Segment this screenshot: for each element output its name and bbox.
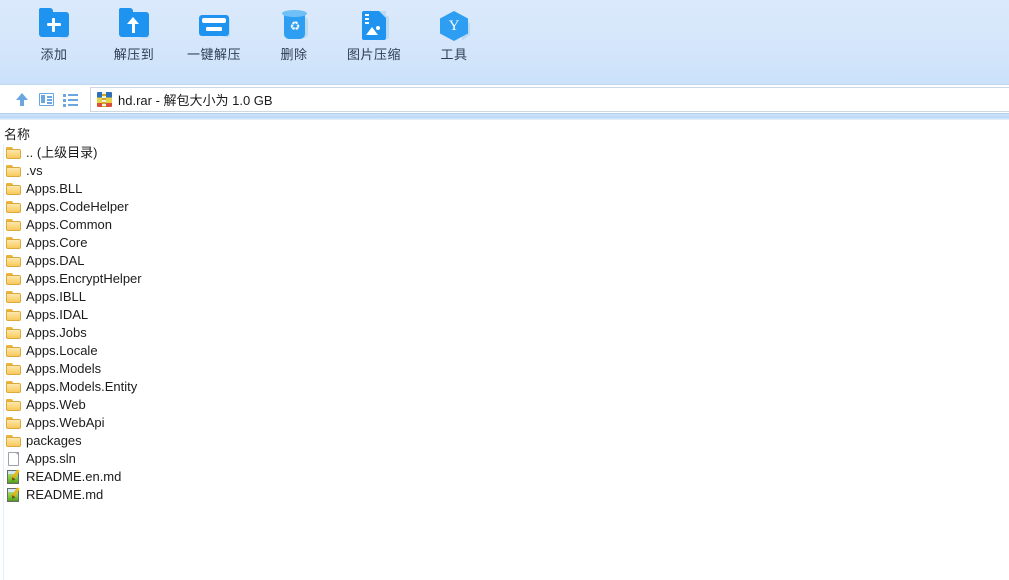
document-file-icon: [6, 451, 22, 467]
toolbar-button-add[interactable]: 添加: [14, 8, 94, 62]
path-bar: hd.rar - 解包大小为 1.0 GB: [0, 86, 1009, 113]
toolbar-button-one-click-extract[interactable]: 一键解压: [174, 8, 254, 62]
folder-icon: [6, 415, 22, 431]
folder-icon: [6, 307, 22, 323]
folder-icon: [6, 199, 22, 215]
toolbar-label-extract-to: 解压到: [114, 48, 155, 62]
path-field[interactable]: hd.rar - 解包大小为 1.0 GB: [90, 87, 1009, 112]
file-name: .. (上级目录): [26, 144, 98, 162]
path-text: hd.rar - 解包大小为 1.0 GB: [118, 90, 273, 109]
file-name: README.md: [26, 486, 103, 504]
view-mode-button[interactable]: [58, 89, 82, 111]
file-name: Apps.WebApi: [26, 414, 105, 432]
folder-icon: [6, 379, 22, 395]
file-name: Apps.BLL: [26, 180, 82, 198]
file-row[interactable]: Apps.sln: [0, 450, 1009, 468]
file-name: Apps.CodeHelper: [26, 198, 129, 216]
file-name: Apps.Core: [26, 234, 87, 252]
file-row[interactable]: .. (上级目录): [0, 144, 1009, 162]
toolbar-label-one-click-extract: 一键解压: [187, 48, 241, 62]
file-name: .vs: [26, 162, 43, 180]
toolbar-label-tools: 工具: [440, 48, 467, 62]
up-one-level-button[interactable]: [10, 89, 34, 111]
folder-icon: [6, 181, 22, 197]
file-row[interactable]: Apps.IDAL: [0, 306, 1009, 324]
preview-panel-icon: [39, 93, 54, 106]
tools-hexagon-icon: Y: [437, 8, 471, 42]
toolbar-button-image-compress[interactable]: 图片压缩: [334, 8, 414, 62]
folder-icon: [6, 433, 22, 449]
folder-icon: [6, 163, 22, 179]
folder-icon: [6, 289, 22, 305]
delete-trash-icon: ♻: [277, 8, 311, 42]
toolbar-label-image-compress: 图片压缩: [347, 48, 401, 62]
file-name: Apps.IBLL: [26, 288, 86, 306]
file-row[interactable]: Apps.BLL: [0, 180, 1009, 198]
toolbar-button-extract-to[interactable]: 解压到: [94, 8, 174, 62]
file-list[interactable]: .. (上级目录).vsApps.BLLApps.CodeHelperApps.…: [0, 144, 1009, 580]
file-row[interactable]: Apps.EncryptHelper: [0, 270, 1009, 288]
toolbar-button-tools[interactable]: Y 工具: [414, 8, 494, 62]
folder-icon: [6, 397, 22, 413]
file-name: Apps.Web: [26, 396, 86, 414]
extract-to-folder-icon: [117, 8, 151, 42]
folder-icon: [6, 235, 22, 251]
list-view-icon: [63, 94, 78, 106]
archive-manager-window: 添加 解压到 一键解压 ♻ 删除: [0, 0, 1009, 580]
file-name: Apps.DAL: [26, 252, 85, 270]
file-row[interactable]: README.en.md: [0, 468, 1009, 486]
main-toolbar: 添加 解压到 一键解压 ♻ 删除: [0, 0, 1009, 85]
file-name: Apps.EncryptHelper: [26, 270, 142, 288]
file-row[interactable]: Apps.Core: [0, 234, 1009, 252]
folder-icon: [6, 325, 22, 341]
folder-icon: [6, 217, 22, 233]
toggle-preview-panel-button[interactable]: [34, 89, 58, 111]
folder-icon: [6, 145, 22, 161]
column-header-labels: 名称: [0, 122, 1009, 144]
markdown-file-icon: [6, 469, 22, 485]
file-row[interactable]: Apps.Common: [0, 216, 1009, 234]
file-name: Apps.Models: [26, 360, 101, 378]
file-row[interactable]: Apps.Models: [0, 360, 1009, 378]
file-name: Apps.Models.Entity: [26, 378, 137, 396]
toolbar-button-delete[interactable]: ♻ 删除: [254, 8, 334, 62]
file-row[interactable]: Apps.IBLL: [0, 288, 1009, 306]
file-name: Apps.IDAL: [26, 306, 88, 324]
toolbar-label-delete: 删除: [280, 48, 307, 62]
file-name: Apps.Locale: [26, 342, 98, 360]
file-name: Apps.Jobs: [26, 324, 87, 342]
image-compress-icon: [357, 8, 391, 42]
file-row[interactable]: Apps.Locale: [0, 342, 1009, 360]
rar-archive-icon: [97, 92, 112, 107]
up-arrow-icon: [15, 92, 30, 107]
column-header-name[interactable]: 名称: [0, 124, 30, 143]
file-row[interactable]: Apps.WebApi: [0, 414, 1009, 432]
file-row[interactable]: packages: [0, 432, 1009, 450]
file-row[interactable]: Apps.Models.Entity: [0, 378, 1009, 396]
file-name: packages: [26, 432, 82, 450]
file-row[interactable]: Apps.CodeHelper: [0, 198, 1009, 216]
file-name: Apps.Common: [26, 216, 112, 234]
file-row[interactable]: Apps.DAL: [0, 252, 1009, 270]
folder-icon: [6, 271, 22, 287]
file-name: Apps.sln: [26, 450, 76, 468]
file-row[interactable]: Apps.Web: [0, 396, 1009, 414]
file-row[interactable]: Apps.Jobs: [0, 324, 1009, 342]
toolbar-label-add: 添加: [40, 48, 67, 62]
file-row[interactable]: .vs: [0, 162, 1009, 180]
file-name: README.en.md: [26, 468, 121, 486]
folder-icon: [6, 361, 22, 377]
folder-icon: [6, 253, 22, 269]
column-header-bar[interactable]: [0, 113, 1009, 120]
folder-icon: [6, 343, 22, 359]
list-left-edge: [3, 144, 4, 580]
one-click-extract-icon: [197, 8, 231, 42]
markdown-file-icon: [6, 487, 22, 503]
add-folder-icon: [37, 8, 71, 42]
file-row[interactable]: README.md: [0, 486, 1009, 504]
